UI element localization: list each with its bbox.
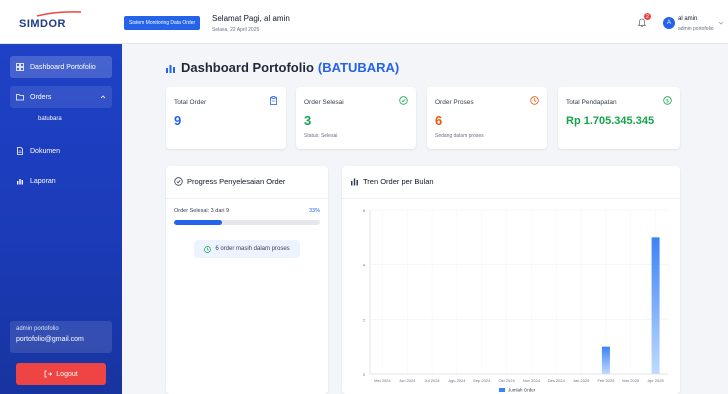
stat-card-total-pendapatan: Total Pendapatan Rp 1.705.345.345 $ — [558, 87, 680, 149]
progress-bar-track — [174, 220, 320, 225]
sidebar-nav: Dashboard Portofolio Orders batubara Dok… — [0, 56, 122, 200]
sidebar-user-email: portofolio@gmail.com — [16, 336, 84, 343]
progress-panel-header: Progress Penyelesaian Order — [174, 177, 285, 186]
greeting-date: Selasa, 22 April 2025 — [212, 27, 260, 33]
stat-label: Order Proses — [435, 99, 474, 106]
stat-value: 9 — [174, 113, 182, 128]
greeting-text: Selamat Pagi, al amin — [212, 14, 290, 23]
stat-value: 3 — [304, 113, 312, 128]
clock-icon — [530, 96, 539, 105]
chevron-up-icon — [100, 95, 106, 99]
clock-icon — [204, 245, 212, 253]
sidebar-item-label: Dashboard Portofolio — [30, 63, 96, 71]
chart-y-tick-label: 4 — [363, 263, 366, 268]
system-badge: Sistem Monitoring Data Order — [124, 16, 201, 30]
stat-label: Total Pendapatan — [566, 99, 617, 106]
chart-bar — [651, 237, 660, 374]
chart-x-tick-label: Feb 2025 — [597, 378, 615, 383]
check-circle-icon — [174, 177, 183, 186]
chart-x-tick-label: Apr 2025 — [647, 378, 664, 383]
chart-x-tick-label: Mei 2024 — [374, 378, 391, 383]
chart-x-tick-label: Nov 2024 — [523, 378, 541, 383]
progress-panel: Progress Penyelesaian Order Order Selesa… — [166, 166, 328, 394]
logout-label: Logout — [56, 370, 78, 378]
stat-card-order-selesai: Order Selesai 3 Status: Selesai — [296, 87, 416, 149]
notification-count-badge: 2 — [644, 13, 651, 20]
chart-x-tick-label: Des 2024 — [548, 378, 566, 383]
bar-chart-icon — [16, 177, 24, 185]
progress-label: Order Selesai: 3 dari 9 — [174, 208, 230, 214]
page-title-text: Dashboard Portofolio — [181, 60, 314, 75]
chart-icon — [166, 64, 175, 73]
sidebar-item-label: Laporan — [30, 177, 56, 185]
chart-x-tick-label: Okt 2024 — [498, 378, 515, 383]
stat-card-total-order: Total Order 9 — [166, 87, 286, 149]
topbar-user-role: admin portofolio — [678, 26, 714, 32]
chart-title: Tren Order per Bulan — [363, 177, 434, 186]
chart-legend-label: Jumlah Order — [508, 388, 536, 393]
logout-button[interactable]: Logout — [16, 363, 106, 385]
logout-icon — [44, 370, 53, 378]
sidebar-user-role: admin portofolio — [16, 326, 59, 332]
stat-label: Total Order — [174, 99, 207, 106]
stat-subtext: Sedang dalam proses — [435, 133, 484, 139]
chart-panel: Tren Order per Bulan 0 2 4 6 Mei 2024 Jun 202… — [342, 166, 680, 394]
brand-logo-text: SIMDOR — [19, 18, 66, 30]
sidebar-subitem-label: batubara — [38, 116, 62, 122]
chart-legend-swatch — [499, 388, 505, 392]
progress-info-text: 6 order masih dalam proses — [215, 246, 290, 252]
check-circle-icon — [399, 96, 408, 105]
chart-bar — [601, 346, 610, 374]
bar-chart: 0 2 4 6 Mei 2024 Jun 2024 Jul 2024 Agu 2024 Sep … — [363, 208, 668, 393]
brand-header: SIMDOR — [0, 0, 122, 44]
page-title-accent: (BATUBARA) — [317, 60, 400, 75]
stat-subtext: Status: Selesai — [304, 133, 338, 139]
progress-percent: 33% — [308, 208, 320, 214]
chart-y-tick-label: 2 — [363, 317, 366, 322]
stat-label: Order Selesai — [304, 99, 344, 106]
sidebar-item-laporan[interactable]: Laporan — [10, 170, 112, 192]
sidebar-user-box: admin portofolio portofolio@gmail.com — [10, 321, 112, 353]
sidebar-item-label: Dokumen — [30, 147, 60, 155]
document-icon — [16, 147, 24, 155]
chart-x-tick-label: Sep 2024 — [473, 378, 491, 383]
dollar-circle-icon: $ — [663, 96, 672, 105]
chart-y-tick-label: 6 — [363, 208, 366, 213]
chart-x-tick-label: Jul 2024 — [425, 378, 441, 383]
sidebar: SIMDOR Dashboard Portofolio Orders batub… — [0, 0, 122, 394]
stat-value: 6 — [435, 113, 443, 128]
topbar-user-name: al amin — [678, 16, 698, 22]
svg-text:$: $ — [666, 98, 669, 104]
avatar[interactable]: A — [663, 17, 675, 29]
dashboard-icon — [16, 63, 24, 71]
sidebar-item-dashboard[interactable]: Dashboard Portofolio — [10, 56, 112, 78]
clipboard-icon — [270, 96, 277, 105]
folder-icon — [16, 93, 24, 101]
chart-x-tick-label: Agu 2024 — [448, 378, 466, 383]
top-bar: Sistem Monitoring Data Order Selamat Pag… — [122, 0, 728, 44]
sidebar-item-label: Orders — [30, 93, 52, 101]
chart-x-tick-label: Mar 2025 — [622, 378, 640, 383]
stat-value: Rp 1.705.345.345 — [566, 115, 655, 127]
chart-x-tick-label: Jun 2024 — [399, 378, 416, 383]
chart-y-tick-label: 0 — [363, 372, 366, 377]
bar-chart-icon — [351, 178, 358, 186]
stat-card-order-proses: Order Proses 6 Sedang dalam proses — [427, 87, 547, 149]
progress-bar-fill — [174, 220, 223, 225]
brand-swoosh-icon — [36, 11, 82, 17]
sidebar-subitem-batubara[interactable]: batubara — [26, 112, 112, 126]
sidebar-item-dokumen[interactable]: Dokumen — [10, 140, 112, 162]
progress-panel-title: Progress Penyelesaian Order — [187, 177, 286, 186]
chart-x-tick-label: Jan 2025 — [573, 378, 590, 383]
progress-info-pill: 6 order masih dalam proses — [194, 240, 300, 258]
page-title: Dashboard Portofolio (BATUBARA) — [165, 60, 399, 75]
sidebar-item-orders[interactable]: Orders — [10, 86, 112, 108]
chevron-down-icon[interactable] — [718, 20, 724, 26]
panel-divider — [166, 198, 328, 199]
chart-panel-header: Tren Order per Bulan — [350, 177, 434, 186]
